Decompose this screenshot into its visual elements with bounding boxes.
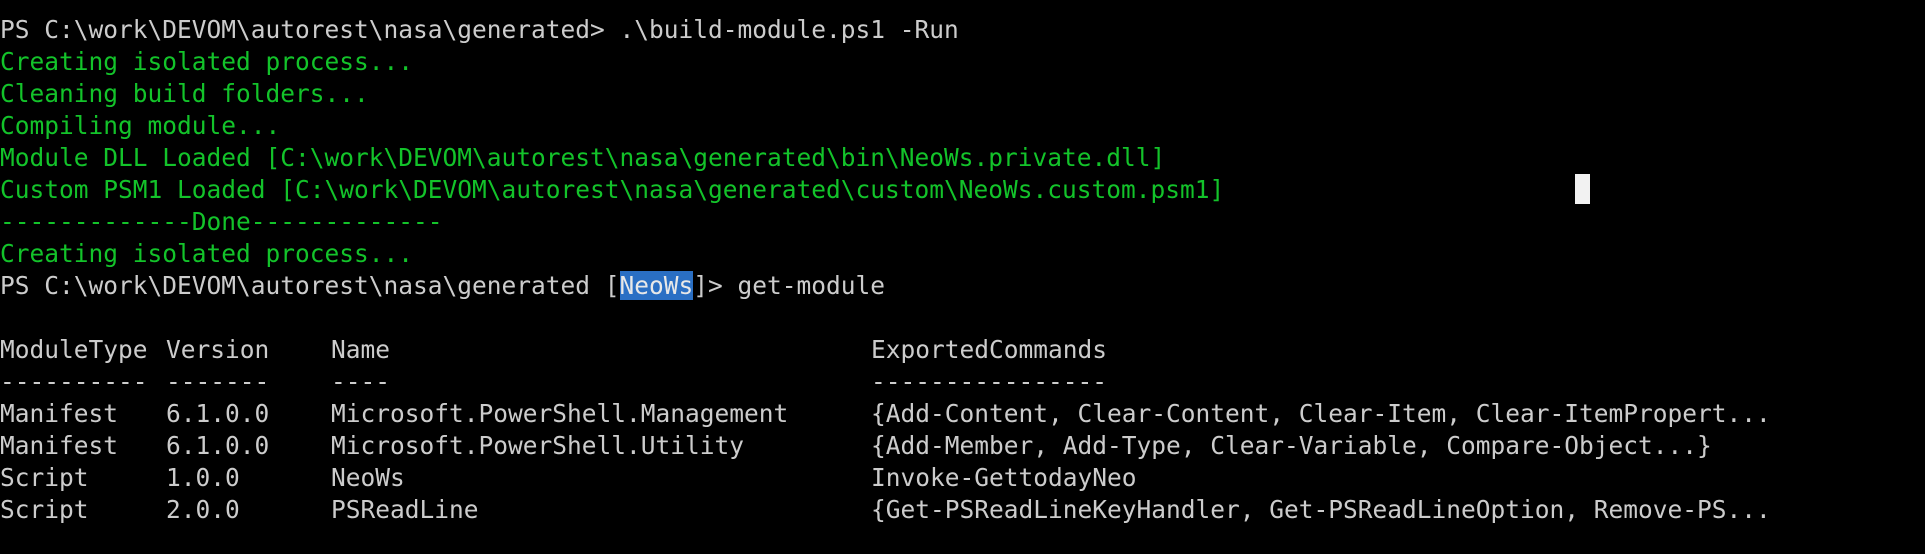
selected-text[interactable]: NeoWs xyxy=(619,271,694,300)
name-cell: NeoWs xyxy=(331,463,405,492)
name-cell: Microsoft.PowerShell.Utility xyxy=(331,431,745,460)
name-cell: Microsoft.PowerShell.Management xyxy=(331,399,789,428)
output-line: Custom PSM1 Loaded [C:\work\DEVOM\autore… xyxy=(0,175,1225,204)
separator: ---------- xyxy=(0,367,148,396)
command-text: .\build-module.ps1 -Run xyxy=(619,15,959,44)
exported-commands-cell: Invoke-GettodayNeo xyxy=(871,463,1137,492)
output-line: Creating isolated process... xyxy=(0,239,414,268)
table-row: Script 1.0.0 NeoWs Invoke-GettodayNeo xyxy=(0,462,1925,494)
column-header: Version xyxy=(166,335,270,364)
output-line: Cleaning build folders... xyxy=(0,79,369,108)
separator: ---- xyxy=(331,367,391,396)
column-header: ExportedCommands xyxy=(871,335,1108,364)
separator: ------- xyxy=(166,367,270,396)
module-type-cell: Manifest xyxy=(0,431,119,460)
output-line: Creating isolated process... xyxy=(0,47,414,76)
version-cell: 6.1.0.0 xyxy=(166,399,270,428)
column-header: Name xyxy=(331,335,391,364)
separator: ---------------- xyxy=(871,367,1108,396)
prompt-text: ]> xyxy=(693,271,738,300)
exported-commands-cell: {Get-PSReadLineKeyHandler, Get-PSReadLin… xyxy=(871,495,1771,524)
name-cell: PSReadLine xyxy=(331,495,479,524)
version-cell: 1.0.0 xyxy=(166,463,240,492)
command-line-2: PS C:\work\DEVOM\autorest\nasa\generated… xyxy=(0,270,1925,302)
column-header: ModuleType xyxy=(0,335,148,364)
command-line-1: PS C:\work\DEVOM\autorest\nasa\generated… xyxy=(0,14,1925,46)
prompt-text: PS C:\work\DEVOM\autorest\nasa\generated… xyxy=(0,271,620,300)
exported-commands-cell: {Add-Member, Add-Type, Clear-Variable, C… xyxy=(871,431,1712,460)
command-text: get-module xyxy=(737,271,886,300)
prompt-text: PS C:\work\DEVOM\autorest\nasa\generated… xyxy=(0,15,620,44)
version-cell: 2.0.0 xyxy=(166,495,240,524)
exported-commands-cell: {Add-Content, Clear-Content, Clear-Item,… xyxy=(871,399,1771,428)
module-type-cell: Script xyxy=(0,495,89,524)
output-line: Compiling module... xyxy=(0,111,281,140)
table-header-row: ModuleType Version Name ExportedCommands xyxy=(0,334,1925,366)
text-cursor xyxy=(1575,174,1590,204)
output-line: -------------Done------------- xyxy=(0,207,443,236)
table-row: Script 2.0.0 PSReadLine {Get-PSReadLineKeyH… xyxy=(0,494,1925,526)
terminal-window[interactable]: PS C:\work\DEVOM\autorest\nasa\generated… xyxy=(0,14,1925,526)
output-line: Module DLL Loaded [C:\work\DEVOM\autores… xyxy=(0,143,1166,172)
table-row: Manifest 6.1.0.0 Microsoft.PowerShell.Util… xyxy=(0,430,1925,462)
table-row: Manifest 6.1.0.0 Microsoft.PowerShell.Mana… xyxy=(0,398,1925,430)
module-type-cell: Script xyxy=(0,463,89,492)
table-separator-row: ---------- ------- ---- ---------------- xyxy=(0,366,1925,398)
module-type-cell: Manifest xyxy=(0,399,119,428)
version-cell: 6.1.0.0 xyxy=(166,431,270,460)
